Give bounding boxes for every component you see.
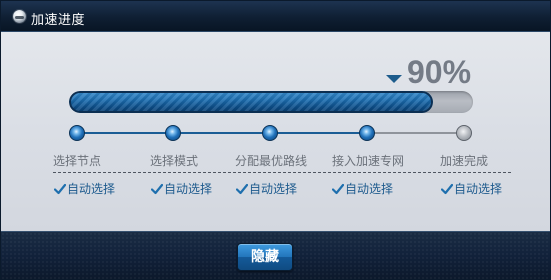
auto-select-item: 自动选择 bbox=[54, 180, 115, 197]
title-bar[interactable]: 加速进度 bbox=[1, 1, 550, 32]
step-label-complete: 加速完成 bbox=[439, 154, 489, 168]
check-icon bbox=[151, 183, 163, 195]
auto-select-label: 自动选择 bbox=[249, 182, 298, 196]
step-label-connect-network: 接入加速专网 bbox=[331, 154, 405, 168]
check-icon bbox=[236, 183, 248, 195]
auto-select-label: 自动选择 bbox=[67, 182, 116, 196]
bottom-bar: 隐藏 bbox=[1, 231, 550, 279]
step-label-select-mode: 选择模式 bbox=[149, 154, 199, 168]
auto-select-label: 自动选择 bbox=[345, 182, 394, 196]
step-node-complete bbox=[456, 125, 472, 141]
app-logo-icon bbox=[13, 10, 26, 23]
check-icon bbox=[332, 183, 344, 195]
step-node-select-mode bbox=[165, 125, 181, 141]
auto-select-label: 自动选择 bbox=[164, 182, 213, 196]
step-node-optimal-route bbox=[262, 125, 278, 141]
auto-select-item: 自动选择 bbox=[236, 180, 297, 197]
step-node-select-node bbox=[69, 125, 85, 141]
progress-panel: 90% 选择节点 选择模式 分配最优路线 接入加速专网 加速完成 自动选择 自动… bbox=[1, 32, 550, 231]
check-icon bbox=[441, 183, 453, 195]
triangle-down-icon bbox=[386, 75, 402, 83]
check-icon bbox=[54, 183, 66, 195]
auto-select-item: 自动选择 bbox=[151, 180, 212, 197]
auto-select-item: 自动选择 bbox=[332, 180, 393, 197]
progress-percent: 90% bbox=[407, 54, 472, 90]
step-line-completed bbox=[77, 132, 368, 134]
window-title: 加速进度 bbox=[31, 13, 86, 28]
progress-bar bbox=[69, 91, 473, 113]
progress-bar-fill bbox=[69, 91, 433, 113]
auto-select-label: 自动选择 bbox=[454, 182, 503, 196]
step-label-select-node: 选择节点 bbox=[52, 154, 102, 168]
step-line-pending bbox=[368, 132, 464, 134]
hide-button[interactable]: 隐藏 bbox=[237, 243, 293, 271]
auto-select-item: 自动选择 bbox=[441, 180, 502, 197]
dashed-divider bbox=[53, 172, 511, 173]
step-node-connect-network bbox=[359, 125, 375, 141]
step-label-optimal-route: 分配最优路线 bbox=[234, 154, 308, 168]
acceleration-progress-window: 加速进度 90% 选择节点 选择模式 分配最优路线 接入加速专网 加速完成 自动… bbox=[0, 0, 551, 280]
